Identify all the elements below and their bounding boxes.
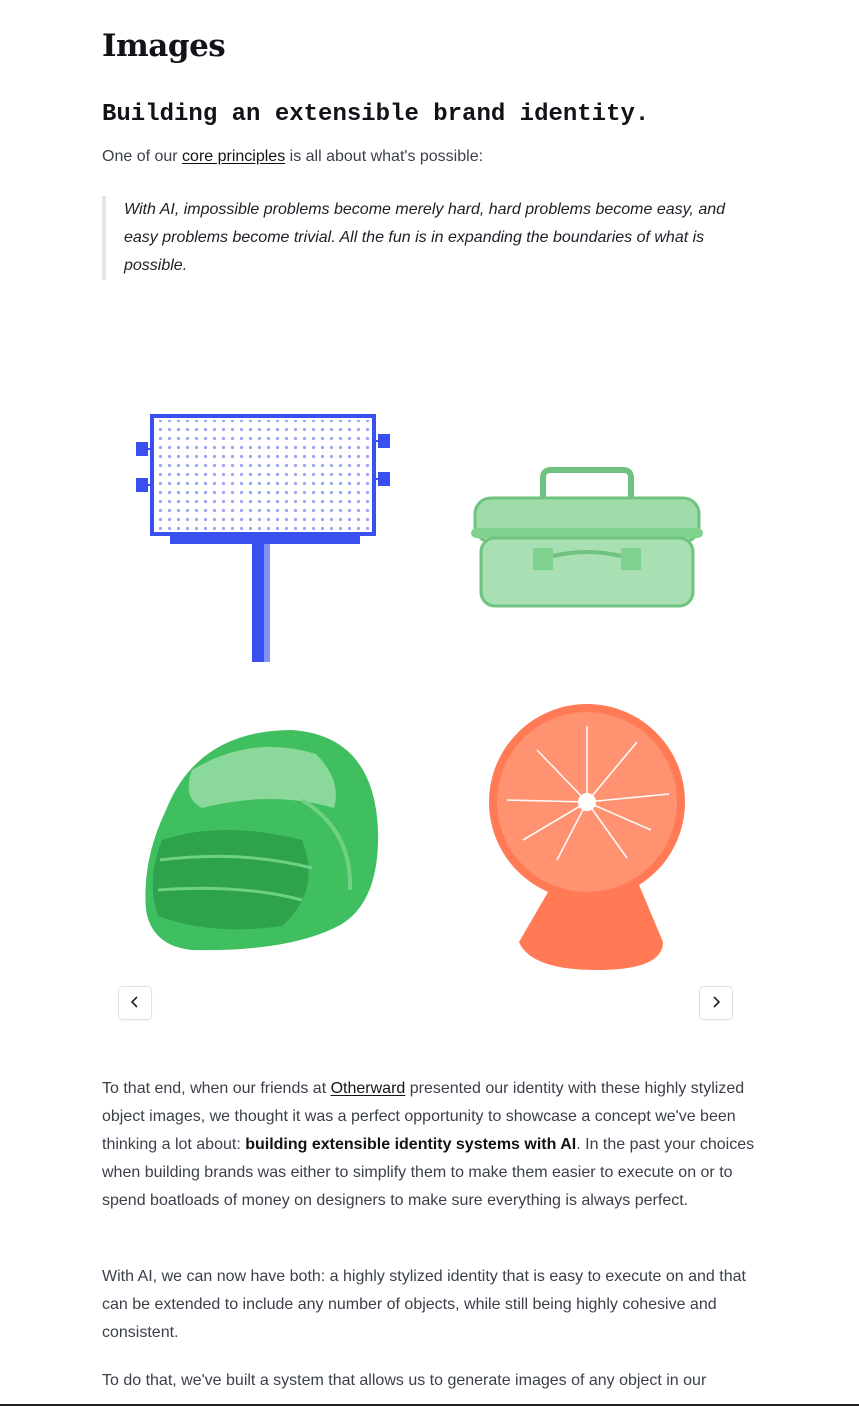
chevron-right-icon [711, 995, 721, 1011]
page-title: Images [102, 28, 226, 64]
principle-quote: With AI, impossible problems become mere… [102, 196, 754, 280]
body-paragraph-2: With AI, we can now have both: a highly … [102, 1268, 746, 1341]
plasma-ball-illustration [437, 690, 737, 990]
billboard-illustration [102, 380, 402, 680]
intro-paragraph: One of our core principles is all about … [102, 143, 483, 171]
body-p1-emphasis: building extensible identity systems wit… [245, 1136, 577, 1153]
helmet-illustration [102, 690, 402, 990]
body-p1-text-a: To that end, when our friends at [102, 1080, 331, 1097]
intro-text-after: is all about what's possible: [285, 148, 484, 165]
body-paragraph-1: To that end, when our friends at Otherwa… [102, 1075, 757, 1215]
intro-text-before: One of our [102, 148, 183, 165]
body-paragraph-3: To do that, we've built a system that al… [102, 1372, 707, 1389]
chevron-left-icon [130, 995, 140, 1011]
carousel-prev-button[interactable] [118, 986, 152, 1020]
core-principles-link[interactable]: core principles [182, 148, 285, 165]
carousel-next-button[interactable] [699, 986, 733, 1020]
section-heading: Building an extensible brand identity. [102, 101, 650, 128]
toolbox-illustration [437, 380, 737, 680]
image-carousel [102, 380, 752, 1030]
otherward-link[interactable]: Otherward [331, 1080, 406, 1097]
